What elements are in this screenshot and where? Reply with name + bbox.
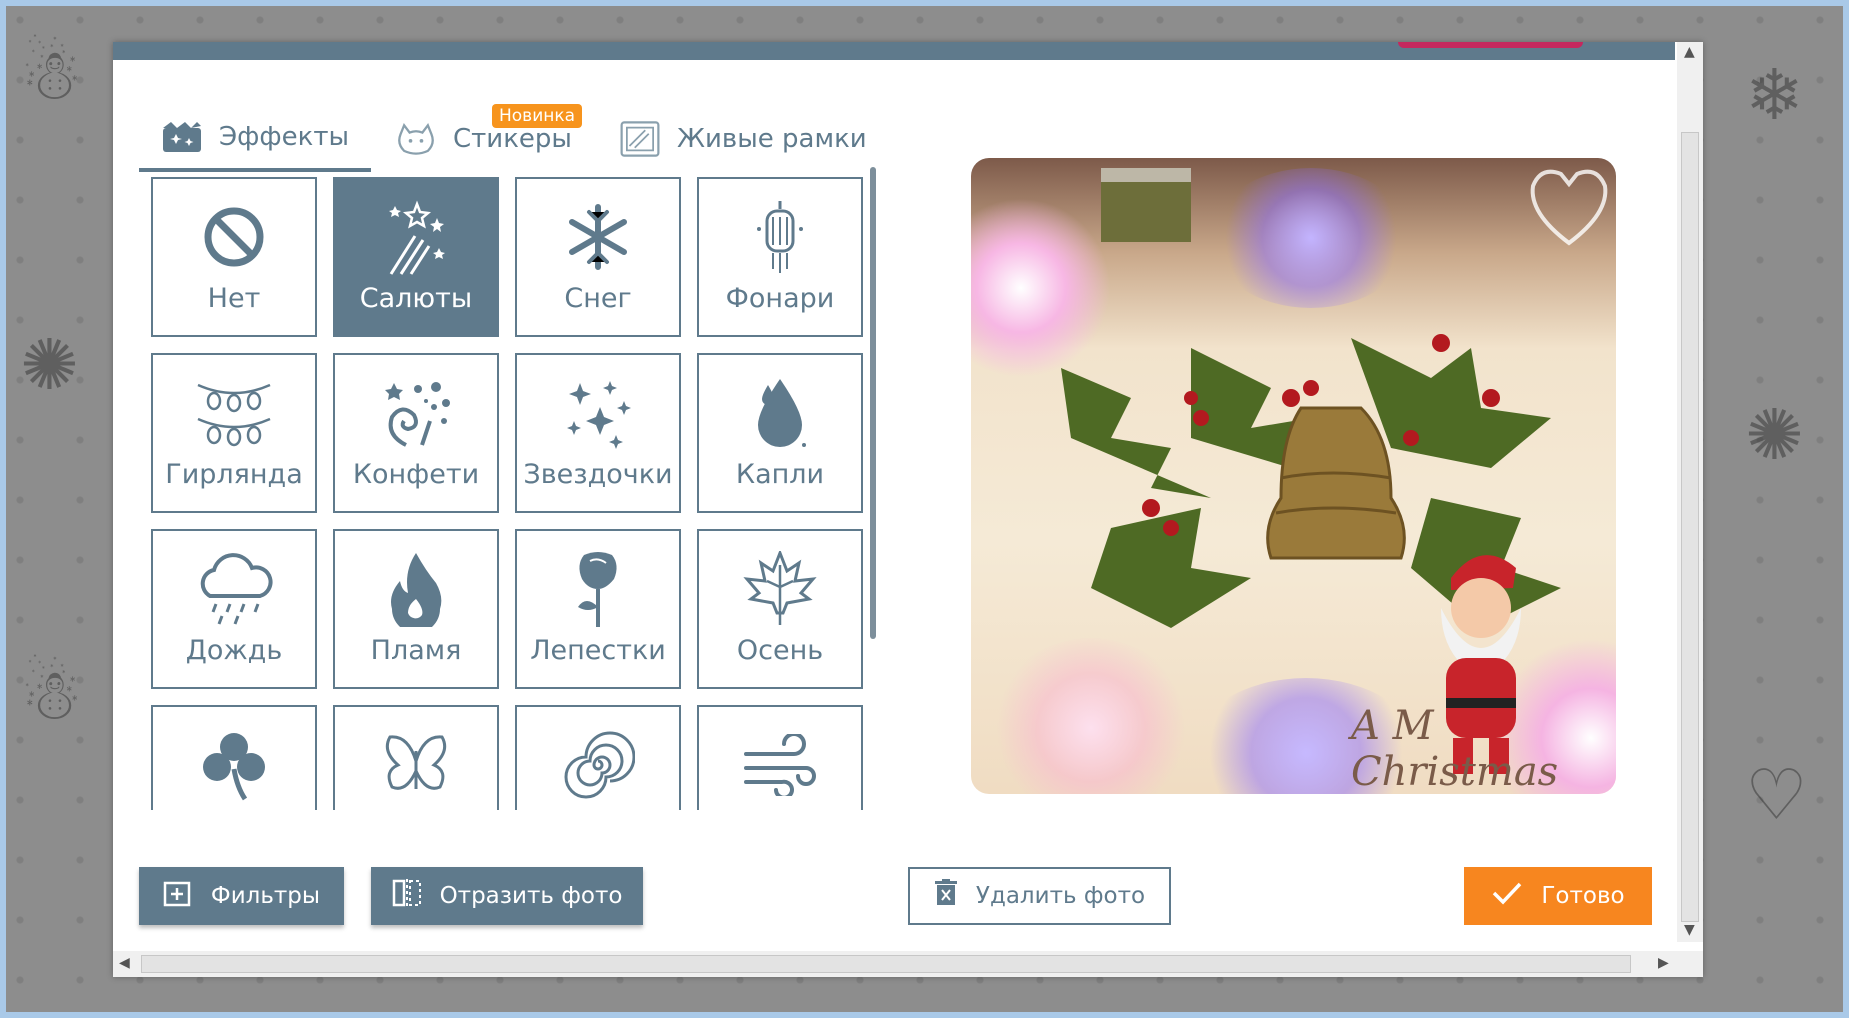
maple-leaf-icon [699,549,861,629]
heart-doodle-icon: ♡ [1745,754,1808,836]
garland-icon [153,373,315,453]
tab-live-frames[interactable]: Живые рамки [619,106,867,172]
clover-icon [153,725,315,805]
effect-stars-tile[interactable]: Звездочки [515,353,681,513]
snowman-doodle-icon: ☃ [20,654,83,736]
lantern-icon [699,197,861,277]
effect-confetti-tile[interactable]: Конфети [333,353,499,513]
snowflake-icon [517,197,679,277]
tab-effects-label: Эффекты [219,122,349,152]
effects-grid: Нет Салюты Снег Фонари Гирлянда Конфети … [151,177,871,810]
trash-icon [934,879,958,913]
confetti-icon [335,373,497,453]
star-doodle-icon: ✺ [20,324,79,406]
tab-live-frames-label: Живые рамки [677,124,867,154]
effect-vortex-tile[interactable] [515,705,681,810]
effects-dialog: Эффекты Стикеры Новинка Живые рамки Нет … [113,42,1703,977]
effect-autumn-tile[interactable]: Осень [697,529,863,689]
heart-frame-icon [1530,169,1608,246]
scroll-up-arrow-icon[interactable]: ▲ [1684,44,1695,60]
drop-icon [699,373,861,453]
rose-icon [517,549,679,629]
clapperboard-sparkle-icon [161,118,203,156]
filters-button-label: Фильтры [210,883,321,909]
add-image-icon [163,879,193,913]
checkmark-icon [1491,881,1523,911]
effect-none-label: Нет [207,283,261,314]
tab-stickers-label: Стикеры [453,124,572,154]
effect-petals-label: Лепестки [530,635,666,666]
mirror-photo-label: Отразить фото [439,883,623,909]
snowflake-doodle-icon: ❄ [1745,54,1804,136]
effects-scrollbar[interactable] [870,167,876,639]
done-button[interactable]: Готово [1464,867,1652,925]
effect-fireworks-tile[interactable]: Салюты [333,177,499,337]
delete-photo-button[interactable]: Удалить фото [908,867,1171,925]
frame-icon [619,120,661,158]
card-greeting-text: A M Christmas [1351,703,1559,794]
effect-none-tile[interactable]: Нет [151,177,317,337]
fireworks-icon [335,197,497,277]
none-icon [153,197,315,277]
stars-icon [517,373,679,453]
done-button-label: Готово [1541,883,1625,909]
tab-stickers[interactable]: Стикеры Новинка [395,104,583,172]
effect-wind-tile[interactable] [697,705,863,810]
effect-butterflies-tile[interactable] [333,705,499,810]
scroll-right-arrow-icon[interactable]: ▶ [1658,955,1669,971]
horizontal-scroll-thumb[interactable] [141,955,1631,973]
scroll-left-arrow-icon[interactable]: ◀ [119,955,130,971]
mirror-photo-button[interactable]: Отразить фото [371,867,643,925]
dialog-header-bar [113,42,1675,60]
effect-snow-tile[interactable]: Снег [515,177,681,337]
scroll-down-arrow-icon[interactable]: ▼ [1684,922,1695,938]
effect-stars-label: Звездочки [523,459,673,490]
star-doodle-icon: ✺ [1745,394,1804,476]
effect-fireworks-label: Салюты [359,283,473,314]
effect-drops-label: Капли [735,459,825,490]
snowman-doodle-icon: ☃ [20,34,83,116]
effect-rain-tile[interactable]: Дождь [151,529,317,689]
delete-photo-label: Удалить фото [975,883,1146,909]
effect-drops-tile[interactable]: Капли [697,353,863,513]
effect-clover-tile[interactable] [151,705,317,810]
effect-rain-label: Дождь [185,635,283,666]
butterfly-icon [335,725,497,805]
effect-lanterns-label: Фонари [725,283,835,314]
effect-flame-tile[interactable]: Пламя [333,529,499,689]
effect-garland-label: Гирлянда [165,459,303,490]
firework-burst [1211,168,1411,308]
new-badge: Новинка [492,104,583,128]
cat-sticker-icon [395,120,437,158]
dialog-horizontal-scrollbar[interactable]: ◀ ▶ [113,951,1703,977]
effect-flame-label: Пламя [370,635,462,666]
effect-lanterns-tile[interactable]: Фонари [697,177,863,337]
effect-garland-tile[interactable]: Гирлянда [151,353,317,513]
flame-icon [335,549,497,629]
accent-bar [1398,42,1583,48]
rain-cloud-icon [153,549,315,629]
tab-effects[interactable]: Эффекты [139,106,371,172]
mirror-icon [392,878,422,914]
firework-burst [991,638,1191,794]
effect-petals-tile[interactable]: Лепестки [515,529,681,689]
dialog-vertical-scrollbar[interactable]: ▲ ▼ [1677,42,1703,942]
effect-snow-label: Снег [564,283,632,314]
photo-preview: A M Christmas [971,158,1616,794]
filters-button[interactable]: Фильтры [139,867,344,925]
effect-confetti-label: Конфети [352,459,480,490]
vertical-scroll-thumb[interactable] [1681,132,1699,922]
house-illustration [1101,168,1191,242]
wind-icon [699,725,861,805]
effect-autumn-label: Осень [736,635,824,666]
spiral-icon [517,725,679,805]
